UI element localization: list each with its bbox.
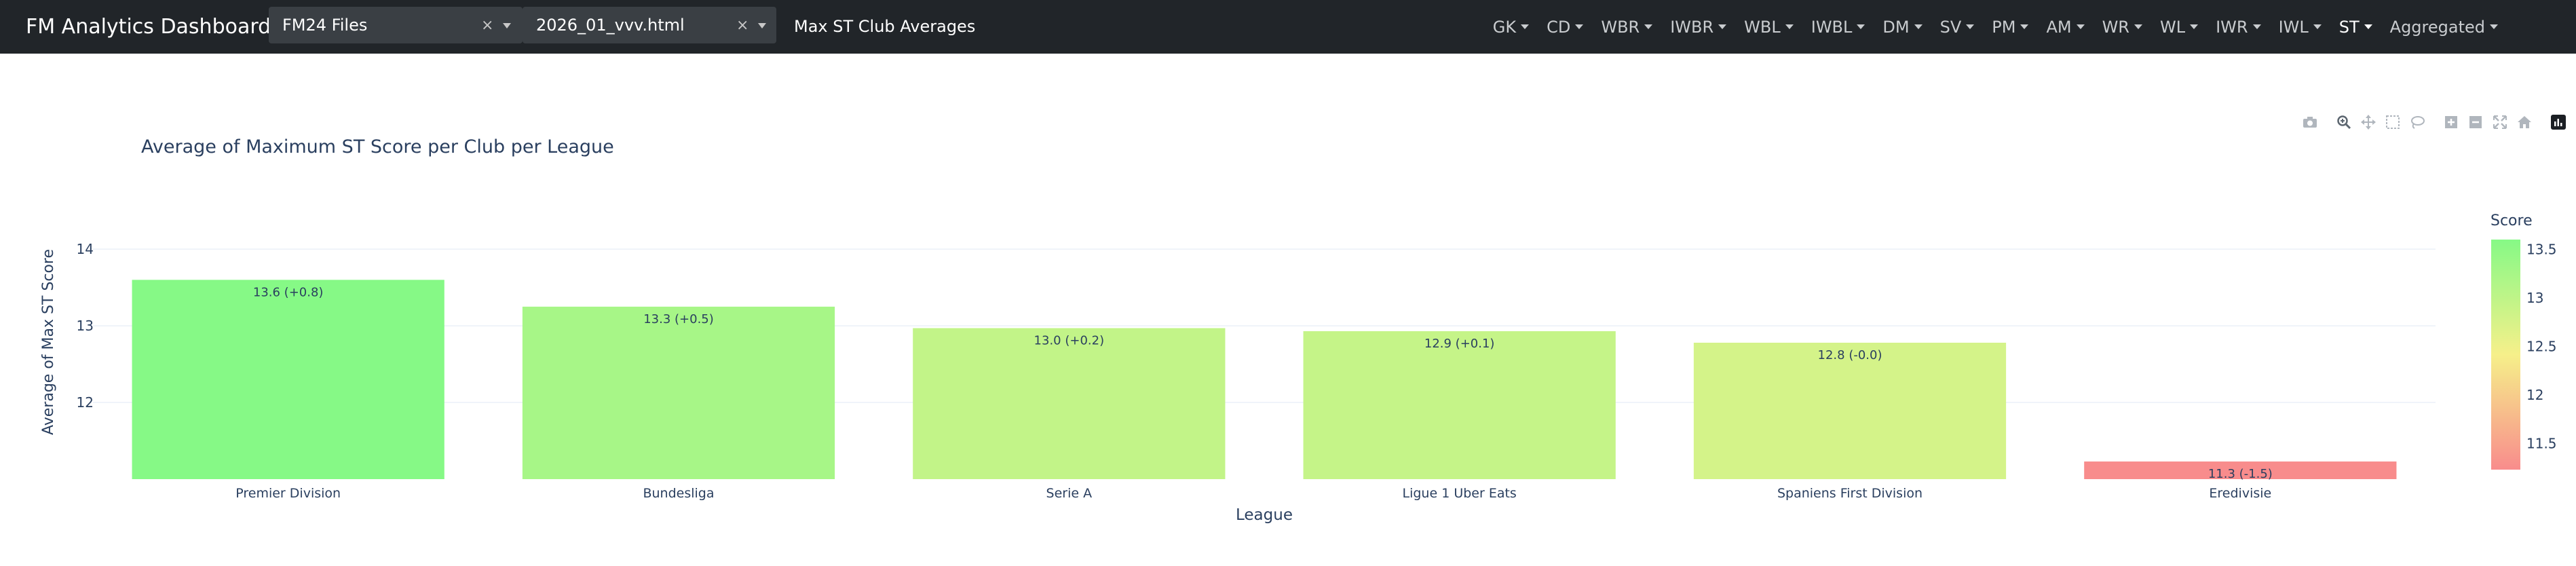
x-tick-label: Premier Division bbox=[235, 486, 341, 501]
nav-item-label: AM bbox=[2046, 17, 2072, 37]
nav-item-label: SV bbox=[1939, 17, 1962, 37]
colorbar-tick-label: 13 bbox=[2526, 290, 2543, 306]
colorbar-title: Score bbox=[2490, 212, 2533, 229]
x-tick-label: Eredivisie bbox=[2209, 486, 2271, 501]
nav-item-st[interactable]: ST bbox=[2339, 18, 2372, 37]
nav-item-label: IWBL bbox=[1811, 17, 1853, 37]
y-tick-label: 13 bbox=[77, 318, 94, 334]
nav-item-wl[interactable]: WL bbox=[2159, 17, 2199, 37]
nav-item-gk[interactable]: GK bbox=[1492, 17, 1530, 37]
collection-clear-icon[interactable]: × bbox=[481, 7, 493, 45]
bar-data-label: 11.3 (-1.5) bbox=[2208, 467, 2273, 481]
caret-down-icon bbox=[2364, 24, 2372, 29]
chart-title: Average of Maximum ST Score per Club per… bbox=[141, 136, 614, 157]
nav-item-label: PM bbox=[1992, 17, 2016, 37]
nav-item-pm[interactable]: PM bbox=[1992, 17, 2029, 37]
y-axis-ticks: 12 13 14 bbox=[77, 241, 94, 411]
nav-item-sv[interactable]: SV bbox=[1940, 18, 1975, 37]
file-dropdown-value: 2026_01_vvv.html bbox=[536, 16, 685, 35]
nav-item-iwbl[interactable]: IWBL bbox=[1811, 18, 1865, 37]
x-tick-label: Bundesliga bbox=[643, 486, 714, 501]
nav-item-label: DM bbox=[1882, 17, 1910, 37]
bar[interactable] bbox=[1693, 342, 2007, 479]
file-clear-icon[interactable]: × bbox=[736, 7, 749, 45]
caret-down-icon bbox=[1575, 24, 1584, 29]
chevron-down-icon[interactable] bbox=[503, 23, 511, 29]
nav-item-label: WBR bbox=[1601, 17, 1640, 37]
caret-down-icon bbox=[1857, 24, 1865, 29]
nav-item-aggregated[interactable]: Aggregated bbox=[2390, 18, 2498, 37]
nav-item-label: Aggregated bbox=[2389, 17, 2485, 37]
y-tick-label: 12 bbox=[77, 394, 94, 411]
colorbar-tick-label: 12.5 bbox=[2526, 338, 2557, 354]
nav-item-cd[interactable]: CD bbox=[1547, 17, 1584, 37]
caret-down-icon bbox=[2190, 24, 2199, 29]
nav-item-iwr[interactable]: IWR bbox=[2216, 17, 2261, 37]
bar-data-label: 12.9 (+0.1) bbox=[1424, 337, 1495, 351]
x-axis-ticks: Premier Division Bundesliga Serie A Ligue 1… bbox=[235, 486, 2271, 501]
nav-item-wr[interactable]: WR bbox=[2102, 18, 2142, 37]
navbar: FM Analytics Dashboard FM24 Files × 2026… bbox=[0, 0, 2576, 54]
file-dropdown[interactable]: 2026_01_vvv.html × bbox=[523, 7, 776, 43]
role-nav-menu: GK CD WBR IWBR WBL IWBL DM SV PM AM WR WL IWR IWL ST Ag… bbox=[1493, 0, 2498, 54]
bar-data-label: 13.6 (+0.8) bbox=[253, 285, 324, 299]
nav-item-am[interactable]: AM bbox=[2046, 17, 2085, 37]
chevron-down-icon[interactable] bbox=[758, 23, 766, 29]
y-tick-label: 14 bbox=[77, 241, 94, 257]
caret-down-icon bbox=[2490, 24, 2498, 29]
collection-dropdown-value: FM24 Files bbox=[282, 16, 368, 35]
y-axis-label: Average of Max ST Score bbox=[40, 249, 57, 435]
colorbar-tick-label: 12 bbox=[2526, 387, 2543, 403]
nav-item-label: WL bbox=[2159, 17, 2186, 37]
nav-item-label: WBL bbox=[1744, 17, 1781, 37]
bar-data-label: 13.3 (+0.5) bbox=[643, 312, 714, 326]
caret-down-icon bbox=[2134, 24, 2142, 29]
bars: 13.6 (+0.8) 13.3 (+0.5) 13.0 (+0.2) 12.9 (+… bbox=[132, 280, 2397, 481]
x-tick-label: Ligue 1 Uber Eats bbox=[1403, 486, 1517, 501]
x-tick-label: Serie A bbox=[1046, 486, 1093, 501]
nav-item-label: IWBR bbox=[1670, 17, 1714, 37]
nav-item-label: ST bbox=[2338, 17, 2360, 37]
nav-item-dm[interactable]: DM bbox=[1882, 18, 1922, 37]
nav-item-label: GK bbox=[1492, 17, 1517, 37]
colorbar-tick-label: 11.5 bbox=[2526, 435, 2557, 451]
caret-down-icon bbox=[2252, 24, 2261, 29]
nav-item-iwbr[interactable]: IWBR bbox=[1670, 17, 1727, 37]
nav-item-wbl[interactable]: WBL bbox=[1744, 18, 1794, 37]
bar-data-label: 12.8 (-0.0) bbox=[1818, 348, 1882, 362]
nav-item-label: IWL bbox=[2278, 17, 2309, 37]
colorbar-tick-label: 13.5 bbox=[2526, 241, 2557, 257]
nav-item-label: IWR bbox=[2216, 17, 2248, 37]
collection-dropdown[interactable]: FM24 Files × bbox=[269, 7, 523, 43]
caret-down-icon bbox=[2076, 24, 2085, 29]
caret-down-icon bbox=[1966, 24, 1975, 29]
caret-down-icon bbox=[1644, 24, 1653, 29]
bar[interactable] bbox=[913, 328, 1226, 479]
nav-item-wbr[interactable]: WBR bbox=[1601, 17, 1653, 37]
nav-item-label: CD bbox=[1547, 17, 1571, 37]
bar[interactable] bbox=[132, 280, 444, 479]
caret-down-icon bbox=[1785, 24, 1794, 29]
app-title[interactable]: FM Analytics Dashboard bbox=[26, 0, 271, 54]
chart-svg: Average of Maximum ST Score per Club per… bbox=[40, 136, 2557, 524]
x-axis-label: League bbox=[1236, 506, 1293, 524]
bar[interactable] bbox=[1303, 331, 1616, 479]
colorbar bbox=[2491, 240, 2520, 470]
caret-down-icon bbox=[2313, 24, 2322, 29]
caret-down-icon bbox=[1521, 24, 1530, 29]
bar[interactable] bbox=[522, 306, 835, 479]
colorbar-ticks: 13.5 13 12.5 12 11.5 bbox=[2526, 241, 2557, 451]
caret-down-icon bbox=[1718, 24, 1727, 29]
nav-item-iwl[interactable]: IWL bbox=[2279, 18, 2322, 37]
nav-item-label: WR bbox=[2102, 17, 2129, 37]
bar-data-label: 13.0 (+0.2) bbox=[1034, 334, 1105, 348]
x-tick-label: Spaniens First Division bbox=[1777, 486, 1922, 501]
caret-down-icon bbox=[2020, 24, 2029, 29]
caret-down-icon bbox=[1914, 24, 1922, 29]
page-label: Max ST Club Averages bbox=[794, 17, 976, 36]
